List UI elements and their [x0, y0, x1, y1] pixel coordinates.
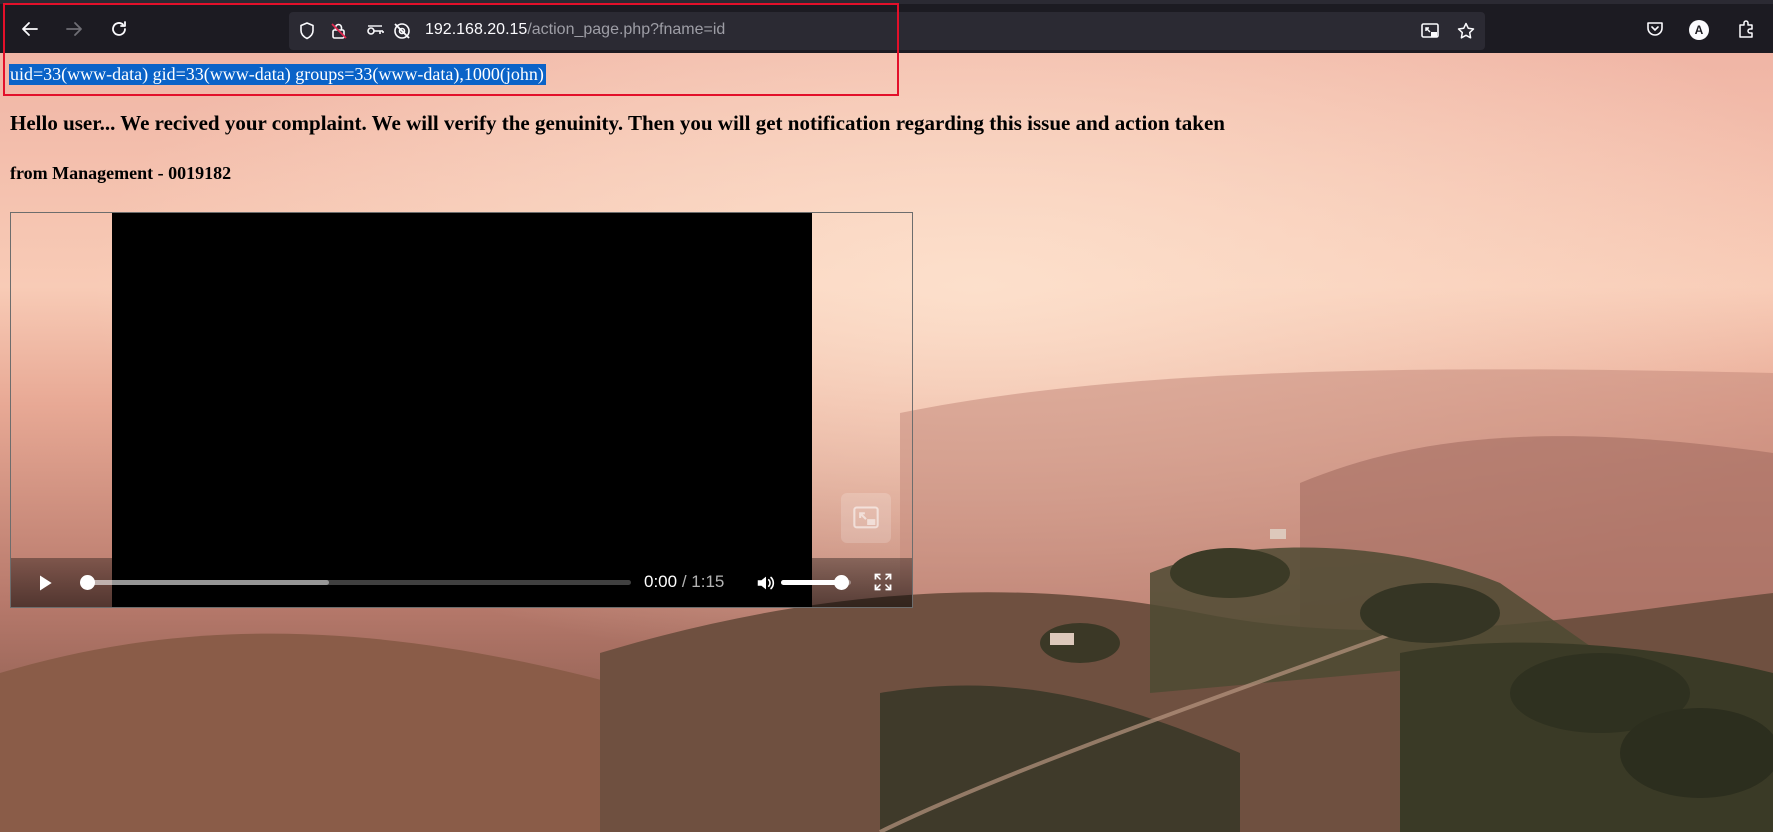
duration: 1:15 [691, 572, 725, 591]
pocket-icon [1647, 22, 1663, 36]
volume-fill [781, 580, 841, 585]
address-bar[interactable]: 192.168.20.15/action_page.php?fname=id [289, 12, 1485, 50]
permissions-icon[interactable] [328, 20, 350, 42]
browser-toolbar: 192.168.20.15/action_page.php?fname=id A [0, 0, 1773, 53]
forward-button[interactable] [58, 13, 90, 45]
play-icon [40, 575, 52, 591]
picture-in-picture-icon[interactable] [1419, 20, 1441, 42]
account-avatar[interactable]: A [1689, 20, 1709, 40]
time-separator: / [677, 572, 692, 591]
arrow-right-icon [66, 22, 82, 36]
mute-button[interactable] [753, 570, 779, 596]
picture-in-picture-icon [853, 506, 879, 529]
key-icon[interactable] [364, 20, 386, 42]
page-content: uid=33(www-data) gid=33(www-data) groups… [0, 53, 1773, 832]
shield-icon[interactable] [296, 20, 318, 42]
puzzle-icon [1739, 20, 1753, 38]
url-path: /action_page.php?fname=id [527, 21, 726, 38]
page-subheading: from Management - 0019182 [10, 163, 232, 183]
scrubber-buffered [81, 580, 329, 585]
star-icon[interactable] [1455, 20, 1477, 42]
volume-slider[interactable] [781, 575, 851, 590]
extensions-button[interactable] [1730, 13, 1762, 45]
back-button[interactable] [14, 13, 46, 45]
current-time: 0:00 [644, 572, 678, 591]
video-scrubber[interactable] [80, 575, 631, 590]
video-time: 0:00 / 1:15 [644, 572, 724, 592]
volume-thumb[interactable] [833, 575, 849, 590]
command-output-text: uid=33(www-data) gid=33(www-data) groups… [9, 64, 546, 85]
url-text[interactable]: 192.168.20.15/action_page.php?fname=id [425, 21, 725, 39]
reload-button[interactable] [103, 13, 135, 45]
reload-icon [112, 21, 126, 36]
video-surface[interactable] [112, 213, 812, 607]
pocket-button[interactable] [1639, 13, 1671, 45]
video-pip-toggle[interactable] [841, 493, 891, 543]
scrubber-thumb[interactable] [80, 575, 95, 590]
arrow-left-icon [22, 22, 38, 36]
tracking-off-icon[interactable] [391, 20, 413, 42]
page-heading: Hello user... We recived your complaint.… [10, 111, 1225, 135]
fullscreen-button[interactable] [871, 570, 895, 594]
fullscreen-icon [874, 573, 892, 591]
video-player[interactable]: 0:00 / 1:15 [10, 212, 913, 608]
url-host: 192.168.20.15 [425, 21, 528, 38]
video-controls: 0:00 / 1:15 [11, 558, 912, 607]
play-button[interactable] [33, 571, 57, 595]
volume-icon [757, 576, 775, 590]
